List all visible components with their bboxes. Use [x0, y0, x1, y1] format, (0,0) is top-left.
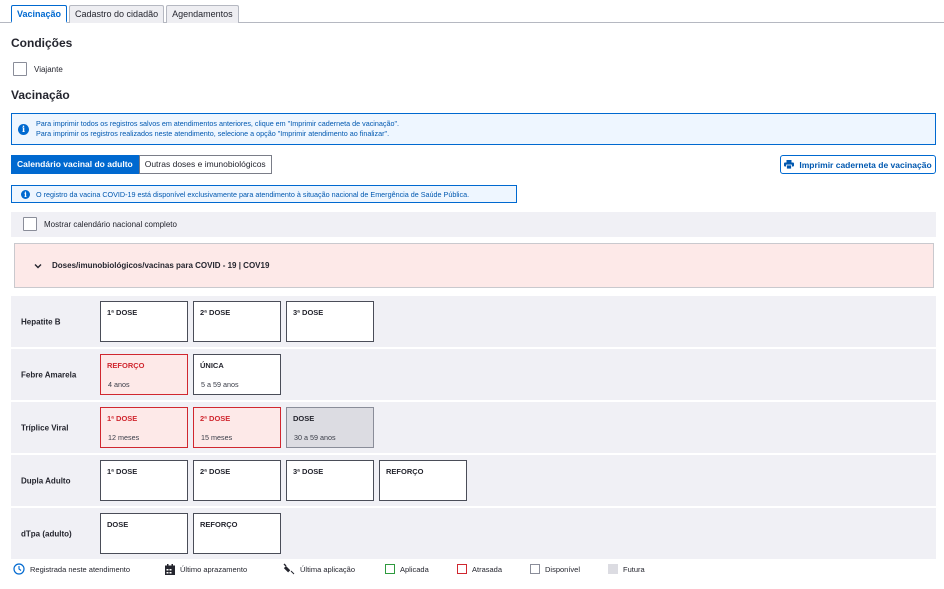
dose-age: 12 meses [108, 433, 140, 442]
legend-aplicada-label: Aplicada [400, 564, 429, 574]
tab-calendario-adulto[interactable]: Calendário vacinal do adulto [11, 155, 139, 174]
vaccine-name: Tríplice Viral [21, 423, 69, 432]
dose-card[interactable]: 1ª DOSE [100, 301, 188, 342]
dose-age: 4 anos [108, 380, 130, 389]
dose-card[interactable]: REFORÇO 4 anos [100, 354, 188, 395]
show-full-calendar-option[interactable]: Mostrar calendário nacional completo [23, 217, 177, 231]
legend-futura: Futura [608, 562, 645, 576]
viajante-option[interactable]: Viajante [13, 62, 63, 76]
dose-card[interactable]: 3ª DOSE [286, 460, 374, 501]
dose-card[interactable]: 2ª DOSE [193, 460, 281, 501]
dose-title: REFORÇO [386, 467, 424, 476]
dose-title: REFORÇO [200, 520, 238, 529]
legend-registrada: Registrada neste atendimento [13, 562, 130, 576]
show-full-calendar-label: Mostrar calendário nacional completo [44, 219, 177, 229]
dose-title: ÚNICA [200, 361, 224, 370]
calendar-segmented-control: Calendário vacinal do adulto Outras dose… [11, 155, 272, 174]
tab-outras-doses[interactable]: Outras doses e imunobiológicos [138, 155, 272, 174]
legend-atrasada-label: Atrasada [472, 564, 503, 574]
dose-card[interactable]: 2ª DOSE [193, 301, 281, 342]
vacinacao-title: Vacinação [11, 88, 70, 102]
syringe-icon [283, 563, 295, 575]
print-button-label: Imprimir caderneta de vacinação [799, 159, 932, 170]
dose-title: 3ª DOSE [293, 467, 324, 476]
legend-disponivel: Disponível [530, 562, 580, 576]
dose-title: 1ª DOSE [107, 467, 138, 476]
dose-title: DOSE [293, 414, 315, 423]
legend-atrasada: Atrasada [457, 562, 502, 576]
top-tabs: Vacinação Cadastro do cidadão Agendament… [11, 5, 239, 23]
legend-aplicada: Aplicada [385, 562, 429, 576]
dose-card[interactable]: DOSE 30 a 59 anos [286, 407, 374, 448]
info-icon: i [21, 189, 30, 199]
clock-icon [13, 563, 25, 575]
dose-title: DOSE [107, 520, 129, 529]
info-icon: i [18, 123, 29, 135]
calendar-icon [165, 563, 175, 575]
vaccine-name: dTpa (adulto) [21, 529, 72, 538]
vaccine-name: Febre Amarela [21, 370, 77, 379]
dose-title: 2ª DOSE [200, 308, 231, 317]
legend: Registrada neste atendimento Último apra… [11, 562, 936, 576]
show-full-calendar-checkbox[interactable] [23, 217, 37, 231]
print-info-alert: i Para imprimir todos os registros salvo… [11, 113, 936, 145]
info-line-2: Para imprimir os registros realizados ne… [36, 129, 390, 138]
dose-card[interactable]: 1ª DOSE 12 meses [100, 407, 188, 448]
dose-card[interactable]: ÚNICA 5 a 59 anos [193, 354, 281, 395]
legend-registrada-label: Registrada neste atendimento [30, 564, 131, 574]
covid-info-text: O registro da vacina COVID-19 está dispo… [36, 189, 470, 199]
covid-collapse-panel[interactable]: Doses/imunobiológicos/vacinas para COVID… [14, 243, 934, 288]
dose-card[interactable]: 3ª DOSE [286, 301, 374, 342]
legend-ultimo-aprazamento-label: Último aprazamento [180, 564, 248, 574]
chevron-down-icon [34, 263, 42, 268]
covid-group-label: Doses/imunobiológicos/vacinas para COVID… [52, 261, 270, 270]
dose-card[interactable]: 1ª DOSE [100, 460, 188, 501]
dose-title: 2ª DOSE [200, 467, 231, 476]
legend-ultima-aplicacao-label: Última aplicação [300, 564, 356, 574]
vaccine-row: Dupla Adulto 1ª DOSE 2ª DOSE 3ª DOSE REFORÇO [11, 455, 936, 506]
info-line-1: Para imprimir todos os registros salvos … [36, 119, 400, 128]
legend-futura-label: Futura [623, 564, 645, 574]
print-caderneta-button[interactable]: Imprimir caderneta de vacinação [780, 155, 936, 174]
dose-card[interactable]: REFORÇO [193, 513, 281, 554]
dose-title: 1ª DOSE [107, 308, 138, 317]
legend-ultima-aplicacao: Última aplicação [283, 562, 355, 576]
dose-card[interactable]: 2ª DOSE 15 meses [193, 407, 281, 448]
dose-age: 30 a 59 anos [294, 433, 336, 442]
printer-icon [784, 160, 795, 169]
viajante-checkbox[interactable] [13, 62, 27, 76]
vaccine-name: Dupla Adulto [21, 476, 71, 485]
vaccine-row: Hepatite B 1ª DOSE 2ª DOSE 3ª DOSE [11, 296, 936, 347]
dose-title: REFORÇO [107, 361, 145, 370]
dose-title: 3ª DOSE [293, 308, 324, 317]
aplicada-swatch [385, 564, 395, 574]
dose-card[interactable]: REFORÇO [379, 460, 467, 501]
legend-ultimo-aprazamento: Último aprazamento [165, 562, 247, 576]
dose-title: 1ª DOSE [107, 414, 138, 423]
legend-disponivel-label: Disponível [545, 564, 581, 574]
viajante-label: Viajante [34, 64, 63, 74]
dose-title: 2ª DOSE [200, 414, 231, 423]
tab-vacinacao[interactable]: Vacinação [11, 5, 68, 23]
dose-age: 15 meses [201, 433, 233, 442]
vaccine-row: Febre Amarela REFORÇO 4 anos ÚNICA 5 a 59 an… [11, 349, 936, 400]
dose-age: 5 a 59 anos [201, 380, 239, 389]
futura-swatch [608, 564, 618, 574]
vaccine-row: Tríplice Viral 1ª DOSE 12 meses 2ª DOSE 15 m… [11, 402, 936, 453]
tab-cadastro-cidadao[interactable]: Cadastro do cidadão [69, 5, 165, 23]
dose-card[interactable]: DOSE [100, 513, 188, 554]
atrasada-swatch [457, 564, 467, 574]
tab-agendamentos[interactable]: Agendamentos [166, 5, 239, 23]
covid-info-alert: i O registro da vacina COVID-19 está dis… [11, 185, 517, 203]
disponivel-swatch [530, 564, 540, 574]
vaccine-row: dTpa (adulto) DOSE REFORÇO [11, 508, 936, 559]
condicoes-title: Condições [11, 36, 73, 50]
vaccine-name: Hepatite B [21, 317, 61, 326]
